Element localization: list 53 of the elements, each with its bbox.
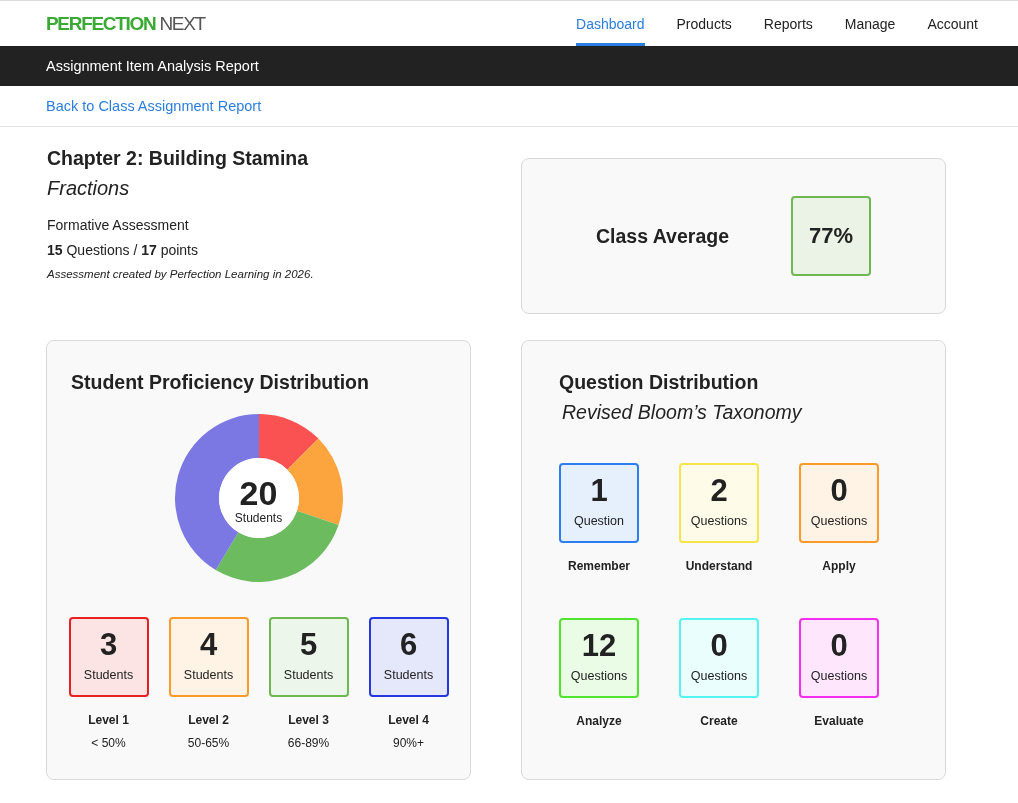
question-count: 2	[710, 474, 728, 508]
total-students: 20	[239, 475, 278, 511]
question-title: Question Distribution	[559, 370, 760, 394]
level-name: Level 4	[388, 712, 429, 728]
assessment-summary: 15 Questions / 17 points	[47, 241, 199, 260]
assignment-title: Chapter 2: Building Stamina	[47, 146, 310, 170]
count-unit: Students	[383, 667, 434, 683]
count-unit: Questions	[690, 668, 748, 684]
student-count: 5	[299, 628, 318, 662]
count-unit: Questions	[690, 513, 748, 529]
nav-tab[interactable]: Products	[676, 1, 732, 46]
level-range: < 50%	[91, 735, 126, 751]
assessment-type: Formative Assessment	[47, 216, 190, 235]
proficiency-title: Student Proficiency Distribution	[71, 370, 370, 394]
total-students-label: Students	[234, 511, 283, 525]
level-range: 50-65%	[187, 735, 230, 751]
level-name: Level 2	[188, 712, 229, 728]
category-name: Analyze	[576, 713, 622, 729]
class-average-value: 77%	[791, 196, 871, 276]
count-unit: Students	[83, 667, 134, 683]
category-name: Understand	[685, 558, 753, 574]
count-unit: Question	[574, 513, 624, 529]
count-unit: Students	[183, 667, 234, 683]
count-unit: Questions	[810, 513, 868, 529]
count-unit: Questions	[810, 668, 868, 684]
category-name: Evaluate	[814, 713, 864, 729]
question-count: 0	[830, 629, 848, 663]
class-average-label: Class Average	[596, 224, 729, 248]
level-name: Level 1	[88, 712, 129, 728]
back-link[interactable]: Back to Class Assignment Report	[46, 98, 262, 114]
count-unit: Students	[283, 667, 334, 683]
question-count: 1	[590, 474, 608, 508]
student-count: 6	[399, 628, 418, 662]
student-count: 4	[199, 628, 218, 662]
count-unit: Questions	[570, 668, 628, 684]
page-title: Assignment Item Analysis Report	[46, 58, 259, 74]
student-count: 3	[99, 628, 118, 662]
assignment-subtitle: Fractions	[47, 176, 131, 201]
question-count: 12	[581, 629, 617, 663]
category-name: Create	[700, 713, 738, 729]
level-range: 66-89%	[287, 735, 330, 751]
nav-tab[interactable]: Account	[927, 1, 978, 46]
question-subtitle: Revised Bloom’s Taxonomy	[562, 400, 804, 425]
level-name: Level 3	[288, 712, 329, 728]
nav-tab[interactable]: Reports	[763, 1, 813, 46]
category-name: Apply	[822, 558, 856, 574]
question-count: 0	[830, 474, 848, 508]
category-name: Remember	[568, 558, 630, 574]
nav-tab[interactable]: Manage	[844, 1, 896, 46]
logo[interactable]: PERFECTION NEXT	[46, 12, 205, 35]
level-range: 90%+	[393, 735, 424, 751]
question-count: 0	[710, 629, 728, 663]
assessment-credit: Assessment created by Perfection Learning in 2026.	[47, 267, 315, 282]
